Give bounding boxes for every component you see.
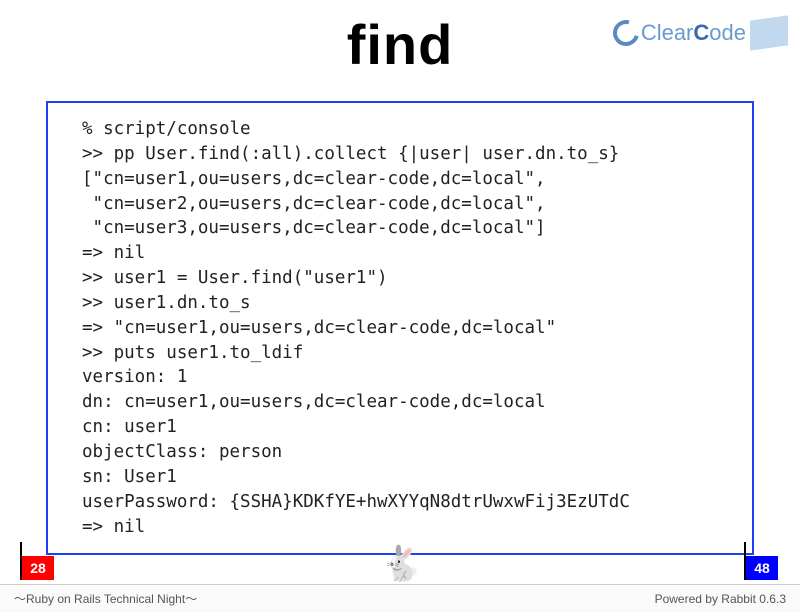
logo-c-icon (608, 15, 644, 51)
brand-name: ClearCode (641, 20, 746, 46)
code-block: % script/console >> pp User.find(:all).c… (46, 101, 754, 555)
footer: 〜Ruby on Rails Technical Night〜 Powered … (0, 584, 800, 612)
footer-left: 〜Ruby on Rails Technical Night〜 (14, 590, 197, 607)
rabbit-icon: 🐇 (380, 544, 422, 584)
brand-logo: ClearCode (613, 18, 788, 48)
current-slide-number: 28 (30, 560, 46, 576)
total-slides-flag: 48 (746, 556, 778, 580)
footer-right: Powered by Rabbit 0.6.3 (655, 592, 786, 606)
logo-square-icon (750, 15, 788, 50)
total-slides-number: 48 (754, 560, 770, 576)
current-slide-flag: 28 (22, 556, 54, 580)
